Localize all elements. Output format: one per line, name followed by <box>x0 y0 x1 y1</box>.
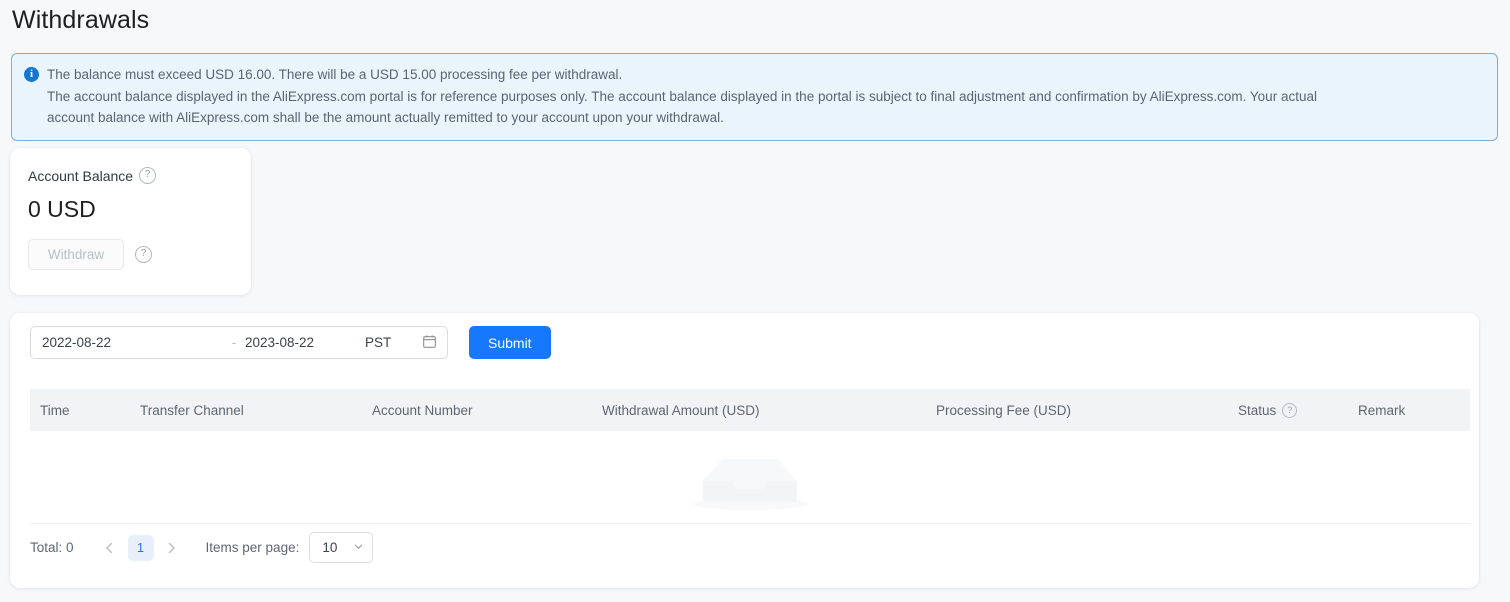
page-title: Withdrawals <box>12 6 150 34</box>
calendar-icon[interactable] <box>422 334 437 352</box>
date-range-separator: - <box>231 335 237 350</box>
column-header-transfer-channel: Transfer Channel <box>130 389 362 431</box>
column-label: Time <box>40 402 70 418</box>
date-range-picker[interactable]: 2022-08-22 - 2023-08-22 PST <box>30 326 448 359</box>
info-banner-text: The balance must exceed USD 16.00. There… <box>47 64 1317 129</box>
column-label: Remark <box>1358 402 1406 418</box>
withdraw-button[interactable]: Withdraw <box>28 239 124 270</box>
start-date-input[interactable]: 2022-08-22 <box>42 335 223 350</box>
info-banner: i The balance must exceed USD 16.00. The… <box>11 53 1498 141</box>
withdrawals-table-wrap: Time Transfer Channel Account Number Wit… <box>30 389 1470 524</box>
account-balance-label-row: Account Balance ? <box>28 167 251 184</box>
question-mark-icon[interactable]: ? <box>135 246 152 263</box>
column-label: Transfer Channel <box>140 402 244 418</box>
column-header-processing-fee: Processing Fee (USD) <box>926 389 1228 431</box>
chevron-left-icon[interactable] <box>97 535 123 561</box>
table-header: Time Transfer Channel Account Number Wit… <box>30 389 1470 431</box>
no-data-illustration <box>692 459 808 510</box>
timezone-label: PST <box>365 335 392 350</box>
column-header-withdrawal-amount: Withdrawal Amount (USD) <box>592 389 926 431</box>
info-banner-line-2: The account balance displayed in the Ali… <box>47 88 1317 104</box>
account-balance-amount: 0 USD <box>28 196 96 222</box>
withdraw-row: Withdraw ? <box>28 239 251 270</box>
withdrawals-panel: 2022-08-22 - 2023-08-22 PST Submit Time … <box>10 313 1479 588</box>
total-count-label: Total: 0 <box>30 540 74 555</box>
info-icon: i <box>24 67 39 82</box>
table-header-row: Time Transfer Channel Account Number Wit… <box>30 389 1470 431</box>
table-empty-state <box>30 431 1470 524</box>
column-header-remark: Remark <box>1348 389 1470 431</box>
column-label: Withdrawal Amount (USD) <box>602 402 760 418</box>
question-mark-icon[interactable]: ? <box>1282 402 1298 418</box>
items-per-page-value: 10 <box>322 540 338 555</box>
column-header-time: Time <box>30 389 130 431</box>
column-header-account-number: Account Number <box>362 389 592 431</box>
items-per-page-label: Items per page: <box>205 540 300 555</box>
column-label: Processing Fee (USD) <box>936 402 1072 418</box>
account-balance-card: Account Balance ? 0 USD Withdraw ? <box>10 148 251 295</box>
filter-row: 2022-08-22 - 2023-08-22 PST Submit <box>30 326 551 359</box>
chevron-right-icon[interactable] <box>159 535 185 561</box>
info-banner-line-1: The balance must exceed USD 16.00. There… <box>47 67 623 82</box>
pagination: Total: 0 1 Items per page: 10 <box>30 532 374 563</box>
column-header-status: Status ? <box>1228 389 1348 431</box>
pagination-page-1[interactable]: 1 <box>127 534 154 561</box>
items-per-page-select[interactable]: 10 <box>309 532 374 563</box>
submit-button[interactable]: Submit <box>469 326 551 359</box>
column-label: Account Number <box>372 402 473 418</box>
info-banner-line-3: account balance with AliExpress.com shal… <box>47 110 724 125</box>
account-balance-label: Account Balance <box>28 167 134 184</box>
chevron-down-icon <box>353 540 364 555</box>
question-mark-icon[interactable]: ? <box>139 167 157 184</box>
column-label: Status <box>1238 402 1277 418</box>
withdrawals-table: Time Transfer Channel Account Number Wit… <box>30 389 1470 431</box>
end-date-input[interactable]: 2023-08-22 <box>245 335 365 350</box>
